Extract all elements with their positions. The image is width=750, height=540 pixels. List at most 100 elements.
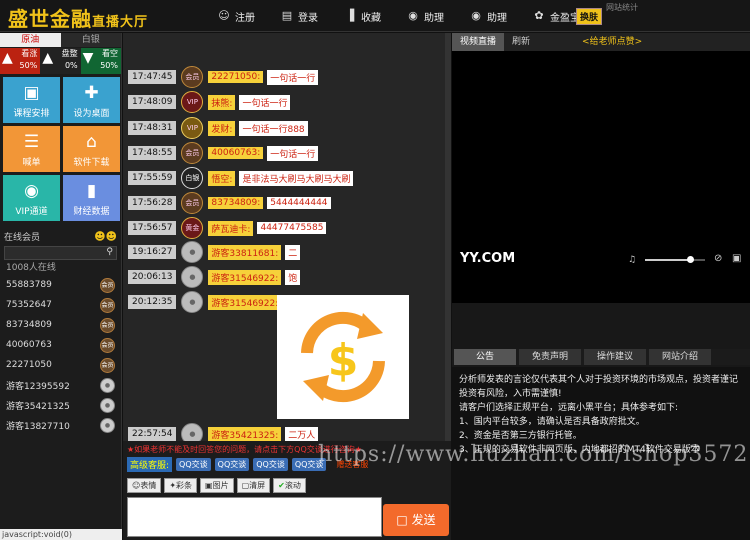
chat-message-input[interactable] (127, 497, 382, 537)
tile-course-schedule[interactable]: ▣ 课程安排 (3, 77, 60, 123)
tab-disclaimer[interactable]: 免责声明 (519, 349, 581, 365)
tab-silver[interactable]: 白银 (60, 33, 121, 47)
tab-crude-oil[interactable]: 原油 (0, 33, 61, 47)
tile-set-desktop[interactable]: ✚ 设为桌面 (63, 77, 120, 123)
chat-scrollbar[interactable] (445, 33, 451, 441)
online-members-title: 在线会员 (4, 232, 41, 243)
message-time: 20:12:35 (128, 295, 177, 309)
member-item[interactable]: 游客12395592 ● (0, 375, 121, 395)
search-icon[interactable]: ⚲ (106, 247, 113, 257)
member-item[interactable]: 40060763 会员 (0, 335, 121, 355)
tab-site-intro[interactable]: 网站介绍 (649, 349, 711, 365)
guest-avatar-icon[interactable]: ● (181, 241, 204, 263)
no-signal-icon[interactable]: ⊘ (714, 253, 722, 264)
browser-status-bar: javascript:void(0) (0, 529, 122, 540)
up-arrow-icon: ▲ (2, 50, 13, 66)
tab-live-video[interactable]: 视频直播 (452, 33, 505, 51)
clear-screen-button[interactable]: ▢清屏 (236, 478, 271, 493)
message-user[interactable]: 40060763: (208, 147, 264, 159)
nav-assistant-2[interactable]: ◉ 助理 (470, 9, 507, 24)
nav-favorite[interactable]: ▐ 收藏 (344, 9, 381, 24)
watermark: https://www.huzhan.com/ishop3572 (318, 442, 749, 467)
emoji-button[interactable]: ☺表情 (127, 478, 162, 493)
message-user[interactable]: 抹熊: (208, 94, 236, 110)
message-time: 20:06:13 (128, 270, 177, 284)
site-stat-link[interactable]: 网站统计 (606, 2, 638, 13)
site-logo[interactable]: 盛世金融直播大厅 (8, 3, 148, 32)
guest-avatar-icon[interactable]: ● (181, 266, 204, 288)
left-sidebar: 原油 白银 ▲ 看涨 50% ▲ 盘整 0% ▼ 看空 50% ▣ 课程安排 ✚ 设为桌面 ☰ 喊… (0, 33, 122, 540)
nav-register[interactable]: ☺ 注册 (218, 9, 255, 24)
member-item[interactable]: 22271050 会员 (0, 355, 121, 375)
speaker-icon[interactable]: ♫ (628, 255, 636, 265)
dollar-exchange-image[interactable]: $ (277, 295, 409, 419)
tile-vip-channel[interactable]: ◉ VIP通道 (3, 175, 60, 221)
member-item[interactable]: 83734809 会员 (0, 315, 121, 335)
fullscreen-icon[interactable]: ▣ (732, 253, 741, 264)
scroll-toggle-button[interactable]: ✔滚动 (273, 478, 306, 493)
vip-avatar[interactable]: VIP (181, 117, 204, 139)
list-icon: ☰ (23, 132, 40, 152)
monitor-icon: ▣ (23, 83, 40, 103)
member-avatar[interactable]: 会员 (181, 192, 204, 214)
member-badge: 会员 (100, 297, 115, 313)
switch-skin-button[interactable]: 换肤 (576, 8, 603, 25)
member-item[interactable]: 游客35421325 ● (0, 395, 121, 415)
member-search-input[interactable]: ⚲ (4, 246, 117, 260)
image-button[interactable]: ▣图片 (200, 478, 234, 493)
stat-flat[interactable]: ▲ 盘整 0% (40, 48, 81, 74)
tab-suggestions[interactable]: 操作建议 (584, 349, 646, 365)
message-user[interactable]: 83734809: (208, 197, 264, 209)
nav-login[interactable]: ▤ 登录 (281, 9, 318, 24)
volume-slider[interactable] (645, 256, 705, 263)
silver-avatar[interactable]: 白银 (181, 167, 204, 189)
tile-finance-data[interactable]: ▮ 财经数据 (63, 175, 120, 221)
tile-call-order[interactable]: ☰ 喊单 (3, 126, 60, 172)
qq-chat-button[interactable]: QQ交谈 (214, 458, 250, 471)
top-bar: 盛世金融直播大厅 ☺ 注册 ▤ 登录 ▐ 收藏 ◉ 助理 ◉ 助理 ✿ 金盈宝 换肤 网站统… (0, 0, 750, 32)
message-user[interactable]: 22271050: (208, 71, 264, 83)
guest-avatar-icon: ● (100, 377, 115, 393)
member-avatar[interactable]: 会员 (181, 142, 204, 164)
stat-bullish[interactable]: ▲ 看涨 50% (0, 48, 41, 74)
announcement-line: 请客户们选择正规平台，远离小黑平台；具体参考如下: (459, 403, 679, 413)
message-user[interactable]: 悟空: (208, 170, 236, 186)
tab-announcement[interactable]: 公告 (454, 349, 516, 365)
stat-bearish[interactable]: ▼ 看空 50% (80, 48, 121, 74)
qq-chat-button[interactable]: QQ交谈 (176, 458, 211, 471)
like-teacher-button[interactable]: <给老师点赞> (574, 33, 650, 51)
message-text: 是非法马大刷马大刷马大刷 (239, 170, 354, 186)
video-player[interactable]: YY.COM ♫ ⊘ ▣ (452, 51, 750, 303)
send-button[interactable]: □ 发送 (383, 504, 449, 536)
guest-avatar-icon: ● (100, 417, 115, 433)
message-text: 一句话一行 (267, 145, 319, 161)
svg-text:$: $ (328, 335, 359, 386)
member-item[interactable]: 75352647 会员 (0, 295, 121, 315)
message-time: 17:55:59 (128, 171, 177, 185)
vip-avatar[interactable]: VIP (181, 91, 204, 113)
message-user[interactable]: 游客31546922: (208, 294, 282, 310)
gold-avatar[interactable]: 黄金 (181, 217, 204, 239)
video-tabs: 视频直播 刷新 <给老师点赞> (452, 33, 750, 51)
users-icon[interactable]: ☻☻ (94, 230, 117, 243)
member-item[interactable]: 游客13827710 ● (0, 415, 121, 435)
message-user[interactable]: 发财: (208, 120, 236, 136)
yy-logo: YY.COM (460, 251, 516, 266)
message-user[interactable]: 游客31546922: (208, 269, 282, 285)
message-user[interactable]: 游客33811681: (208, 244, 282, 260)
member-avatar[interactable]: 会员 (181, 66, 204, 88)
nav-assistant-1[interactable]: ◉ 助理 (407, 9, 444, 24)
message-text: 一句话一行888 (239, 120, 308, 136)
member-item[interactable]: 55883789 会员 (0, 275, 121, 295)
member-badge: 会员 (100, 337, 115, 353)
message-text: 44477475585 (257, 222, 327, 234)
tile-software-download[interactable]: ⌂ 软件下载 (63, 126, 120, 172)
guest-avatar-icon[interactable]: ● (181, 291, 204, 313)
volume-knob[interactable] (687, 256, 694, 263)
nav-jinyingbao[interactable]: ✿ 金盈宝 (533, 9, 580, 24)
qq-chat-button[interactable]: QQ交谈 (253, 458, 288, 471)
refresh-button[interactable]: 刷新 (504, 33, 538, 51)
message-user[interactable]: 萨瓦迪卡: (208, 220, 254, 236)
message-user[interactable]: 游客35421325: (208, 426, 282, 442)
color-bar-button[interactable]: ✦彩条 (164, 478, 198, 493)
